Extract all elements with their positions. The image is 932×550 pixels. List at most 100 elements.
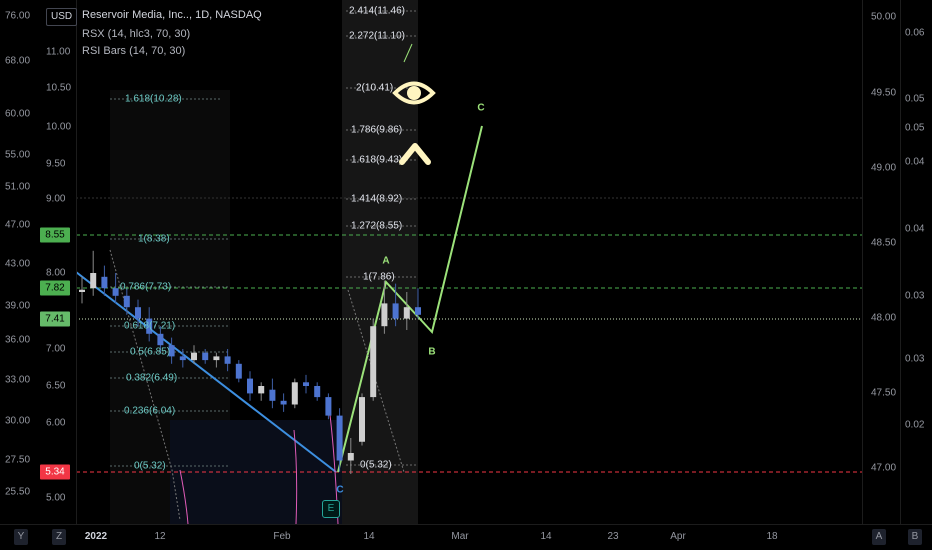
oscillator-scale-tick: 0.05 xyxy=(905,93,925,105)
rsx-scale-tick: 49.00 xyxy=(871,162,897,174)
rsx-scale-tick: 47.50 xyxy=(871,387,897,399)
currency-badge[interactable]: USD xyxy=(46,8,78,26)
price-scale-tick: 9.50 xyxy=(46,158,66,170)
time-label-apr: Apr xyxy=(670,531,686,542)
rsi-scale-tick: 47.00 xyxy=(5,219,31,231)
candle-body xyxy=(79,289,85,292)
candle-body xyxy=(157,333,164,346)
time-label-12: 12 xyxy=(154,531,166,542)
fib-right-level-label: 2.272(11.10) xyxy=(349,30,405,42)
candle-body xyxy=(291,382,298,405)
candle-body xyxy=(347,453,354,461)
time-label-mar: Mar xyxy=(451,531,469,542)
oscillator-scale-tick: 0.04 xyxy=(905,156,925,168)
rsx-scale-tick: 49.50 xyxy=(871,87,897,99)
candle-body xyxy=(336,415,343,461)
candle-body xyxy=(258,386,265,394)
price-scale-axis[interactable]: 11.00 10.50 10.00 9.50 9.00 8.00 7.00 6.50 6.00 5… xyxy=(38,0,77,524)
rsi-scale-tick: 36.00 xyxy=(5,334,31,346)
wave-label-a: A xyxy=(382,255,390,267)
chart-window: 76.00 68.00 60.00 55.00 51.00 47.00 43.00 39.00… xyxy=(0,0,932,550)
axis-mode-y-button[interactable]: Y xyxy=(14,529,28,545)
fib-right-level-label: 2(10.41) xyxy=(356,82,394,94)
time-label-14: 14 xyxy=(363,531,375,542)
rsx-scale-tick: 47.00 xyxy=(871,462,897,474)
fib-right-level-label: 0(5.32) xyxy=(360,459,392,471)
rsi-scale-tick: 60.00 xyxy=(5,108,31,120)
time-label-2022: 2022 xyxy=(84,531,108,542)
price-scale-tick: 8.00 xyxy=(46,267,66,279)
axis-mode-a-button[interactable]: A xyxy=(872,529,886,545)
eye-icon xyxy=(392,81,436,105)
wave-label-c: C xyxy=(477,102,485,114)
indicator-rsi-bars-label[interactable]: RSI Bars (14, 70, 30) xyxy=(82,45,185,57)
candle-body xyxy=(247,378,253,394)
rsi-scale-tick: 25.50 xyxy=(5,486,31,498)
candle-body xyxy=(392,303,399,319)
fib-left-level-label: 0.382(6.49) xyxy=(126,372,178,384)
rsi-scale-tick: 27.50 xyxy=(5,454,31,466)
time-label-feb: Feb xyxy=(273,531,291,542)
candle-body xyxy=(112,288,119,296)
time-label-23: 23 xyxy=(607,531,619,542)
fib-left-level-label: 0.618(7.21) xyxy=(124,320,176,332)
earnings-marker-icon[interactable]: E xyxy=(322,500,340,518)
rsi-scale-tick: 68.00 xyxy=(5,55,31,67)
candle-body xyxy=(135,307,141,319)
current-price-label: 7.82 xyxy=(40,280,70,296)
symbol-title[interactable]: Reservoir Media, Inc.., 1D, NASDAQ xyxy=(82,9,262,21)
axis-mode-z-button[interactable]: Z xyxy=(52,529,66,545)
candle-body xyxy=(269,389,276,401)
oscillator-scale-tick: 0.04 xyxy=(905,223,925,235)
price-scale-tick: 7.00 xyxy=(46,343,66,355)
oscillator-scale-tick: 0.06 xyxy=(905,27,925,39)
axis-mode-b-button[interactable]: B xyxy=(908,529,922,545)
oscillator-scale-tick: 0.03 xyxy=(905,290,925,302)
candle-body xyxy=(303,382,309,386)
candle-body xyxy=(202,352,209,361)
fib-right-level-label: 1.618(9.43) xyxy=(351,154,403,166)
rsi-scale-tick: 76.00 xyxy=(5,10,31,22)
price-scale-tick: 5.00 xyxy=(46,492,66,504)
candle-body xyxy=(213,356,220,361)
oscillator-scale-axis[interactable]: 0.06 0.05 0.05 0.04 0.04 0.03 0.03 0.02 xyxy=(900,0,932,524)
oscillator-scale-tick: 0.02 xyxy=(905,419,925,431)
candle-body xyxy=(403,307,410,319)
rsi-scale-tick: 33.00 xyxy=(5,374,31,386)
wave-label-c-low: C xyxy=(336,484,344,496)
fib-right-level-label: 1.414(8.92) xyxy=(351,193,403,205)
indicator-rsx-label[interactable]: RSX (14, hlc3, 70, 30) xyxy=(82,28,190,40)
rsi-scale-tick: 39.00 xyxy=(5,300,31,312)
fib-right-level-label: 2.414(11.46) xyxy=(349,5,405,17)
wave-label-b: B xyxy=(428,346,436,358)
price-scale-tick: 10.00 xyxy=(46,121,72,133)
price-scale-tick: 10.50 xyxy=(46,82,72,94)
candle-body xyxy=(101,276,108,289)
fib-left-level-label: 0.236(6.04) xyxy=(124,405,176,417)
current-price-label: 7.41 xyxy=(40,311,70,327)
rsx-scale-tick: 48.00 xyxy=(871,312,897,324)
price-scale-tick: 6.00 xyxy=(46,417,66,429)
candle-body xyxy=(415,307,421,315)
rsx-scale-tick: 48.50 xyxy=(871,237,897,249)
candle-body xyxy=(191,352,197,361)
fib-right-level-label: 1(7.86) xyxy=(363,271,395,283)
time-label-18: 18 xyxy=(766,531,778,542)
candle-body xyxy=(123,295,130,308)
candle-body xyxy=(90,273,97,289)
current-price-label: 8.55 xyxy=(40,227,70,243)
price-chart[interactable] xyxy=(76,0,862,524)
candle-body xyxy=(224,356,231,364)
rsx-scale-axis[interactable]: 50.00 49.50 49.00 48.50 48.00 47.50 47.00 xyxy=(862,0,901,524)
rsi-scale-tick: 43.00 xyxy=(5,258,31,270)
candle-body xyxy=(280,400,287,405)
candle-body xyxy=(370,326,377,398)
rsi-scale-axis[interactable]: 76.00 68.00 60.00 55.00 51.00 47.00 43.00 39.00… xyxy=(0,0,39,524)
candle-body xyxy=(235,363,242,379)
time-axis[interactable]: Y Z 2022 12 Feb 14 Mar 14 23 Apr 18 A B xyxy=(0,524,932,550)
oscillator-scale-tick: 0.05 xyxy=(905,122,925,134)
chevron-up-icon xyxy=(399,143,431,165)
candle-body xyxy=(381,303,388,327)
candle-body xyxy=(179,356,186,361)
fib-left-level-label: 1(8.38) xyxy=(138,233,170,245)
